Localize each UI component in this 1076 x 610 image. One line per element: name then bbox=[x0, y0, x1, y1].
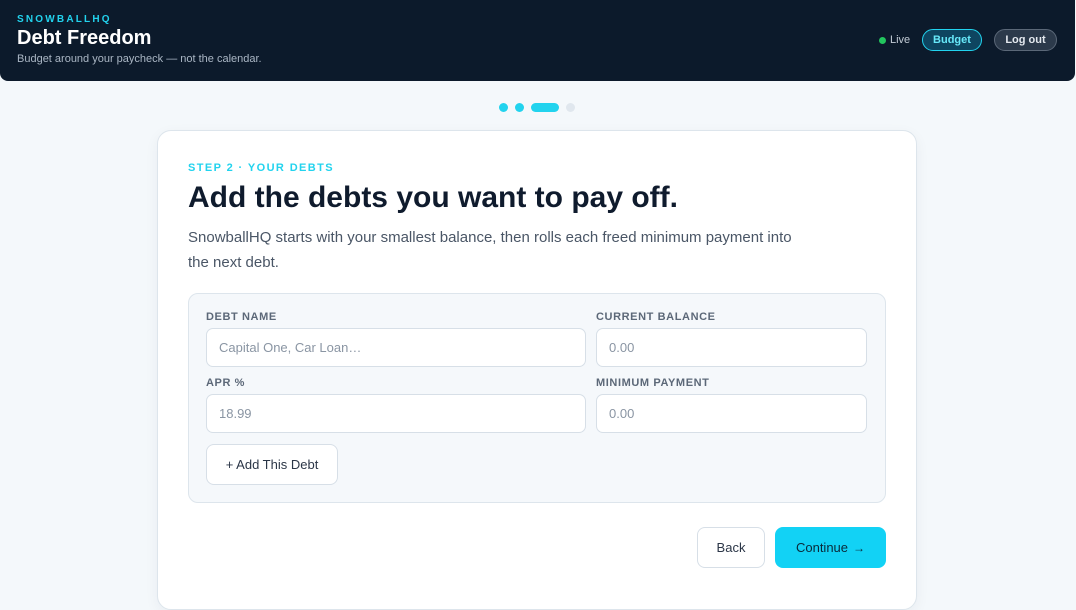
top-header: SNOWBALLHQ Debt Freedom Budget around yo… bbox=[0, 0, 1075, 81]
current-balance-label: CURRENT BALANCE bbox=[596, 311, 716, 323]
live-label: Live bbox=[890, 34, 911, 46]
add-debt-button[interactable]: + Add This Debt bbox=[206, 444, 338, 485]
debt-name-input[interactable] bbox=[206, 328, 586, 367]
card-description: SnowballHQ starts with your smallest bal… bbox=[188, 229, 792, 271]
minimum-payment-input[interactable] bbox=[596, 394, 867, 433]
brand-kicker: SNOWBALLHQ bbox=[17, 14, 112, 25]
app-title: Debt Freedom bbox=[17, 27, 152, 49]
live-dot-icon bbox=[879, 36, 886, 44]
step-dot-3 bbox=[531, 103, 559, 112]
logout-button[interactable]: Log out bbox=[994, 29, 1057, 51]
continue-label: Continue bbox=[795, 540, 849, 555]
apr-label: APR % bbox=[206, 377, 246, 389]
step-dot-1 bbox=[499, 103, 508, 112]
card-title: Add the debts you want to pay off. bbox=[188, 181, 678, 214]
step-label: STEP 2 · YOUR DEBTS bbox=[188, 162, 334, 174]
add-debt-form: DEBT NAME CURRENT BALANCE APR % MINIMUM … bbox=[188, 293, 886, 503]
budget-button[interactable]: Budget bbox=[922, 29, 982, 51]
step-dot-4 bbox=[566, 103, 575, 112]
current-balance-input[interactable] bbox=[596, 328, 867, 367]
back-button[interactable]: Back bbox=[697, 527, 765, 568]
live-status: Live bbox=[879, 34, 910, 46]
arrow-right-icon: → bbox=[853, 540, 866, 555]
debts-card: STEP 2 · YOUR DEBTS Add the debts you wa… bbox=[157, 130, 917, 610]
app-subtitle: Budget around your paycheck — not the ca… bbox=[17, 53, 262, 65]
apr-input[interactable] bbox=[206, 394, 586, 433]
debt-name-label: DEBT NAME bbox=[206, 311, 277, 323]
continue-button[interactable]: Continue → bbox=[775, 527, 886, 568]
step-dot-2 bbox=[515, 103, 524, 112]
minimum-payment-label: MINIMUM PAYMENT bbox=[596, 377, 710, 389]
